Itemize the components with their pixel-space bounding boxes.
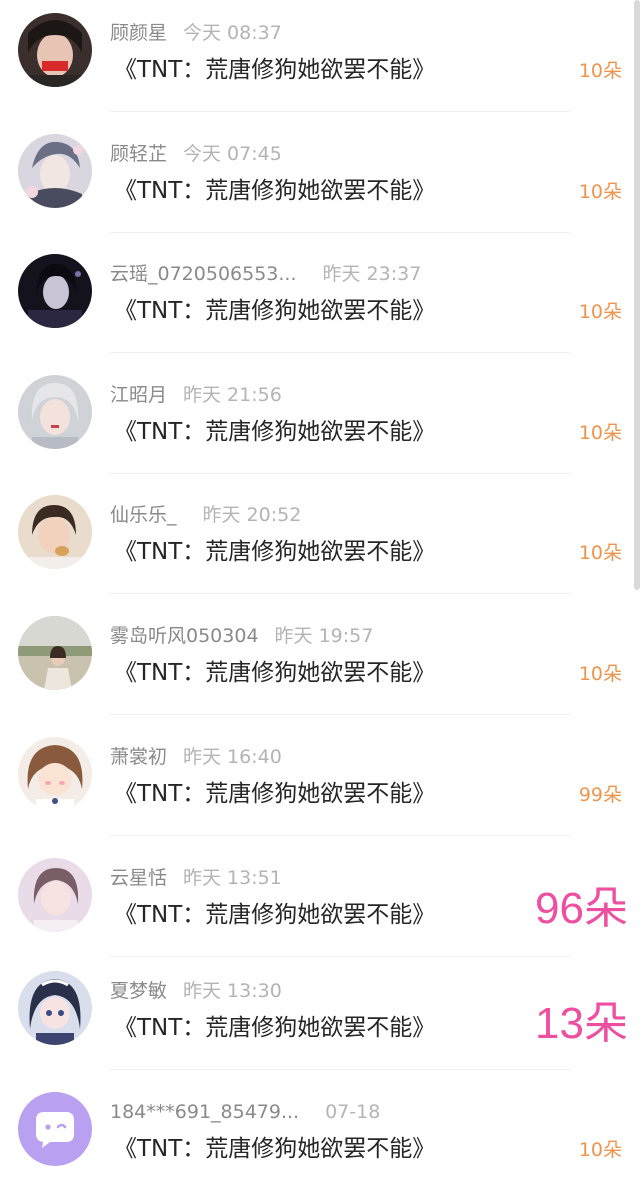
sender-name: 雾岛听风050304 (110, 625, 259, 647)
avatar-child-icon[interactable] (18, 495, 92, 569)
message-time: 今天 07:45 (183, 143, 282, 165)
list-item[interactable]: 夏梦敏 昨天 13:30 《TNT：荒唐修狗她欲罢不能》 13朵 (0, 958, 640, 1078)
flower-count: 96朵 (535, 884, 628, 933)
book-title: 《TNT：荒唐修狗她欲罢不能》 (114, 57, 436, 83)
flower-count: 10朵 (578, 301, 622, 323)
divider (110, 714, 570, 715)
list-item[interactable]: 顾轻芷 今天 07:45 《TNT：荒唐修狗她欲罢不能》 10朵 (0, 121, 640, 241)
flower-count: 10朵 (578, 542, 622, 564)
book-title: 《TNT：荒唐修狗她欲罢不能》 (114, 178, 436, 204)
message-meta: 仙乐乐_ 昨天 20:52 (110, 501, 301, 529)
divider (110, 473, 570, 474)
flower-count: 10朵 (578, 422, 622, 444)
message-meta: 江昭月 昨天 21:56 (110, 381, 282, 409)
divider (110, 232, 570, 233)
book-title: 《TNT：荒唐修狗她欲罢不能》 (114, 298, 436, 324)
message-time: 昨天 13:30 (183, 980, 282, 1002)
sender-name: 顾颜星 (110, 22, 168, 44)
scrollbar[interactable] (634, 0, 640, 590)
avatar-outdoor-icon[interactable] (18, 616, 92, 690)
list-item[interactable]: 云瑶_0720506553... 昨天 23:37 《TNT：荒唐修狗她欲罢不能》… (0, 241, 640, 361)
message-time: 今天 08:37 (183, 22, 282, 44)
list-item[interactable]: 顾颜星 今天 08:37 《TNT：荒唐修狗她欲罢不能》 10朵 (0, 0, 640, 120)
divider (110, 1069, 570, 1070)
message-time: 昨天 23:37 (322, 263, 422, 285)
flower-count: 99朵 (578, 784, 622, 806)
book-title: 《TNT：荒唐修狗她欲罢不能》 (114, 1015, 436, 1041)
message-list: 顾颜星 今天 08:37 《TNT：荒唐修狗她欲罢不能》 10朵 顾轻芷 今天 07… (0, 0, 640, 1182)
book-title: 《TNT：荒唐修狗她欲罢不能》 (114, 539, 436, 565)
message-meta: 云瑶_0720506553... 昨天 23:37 (110, 260, 421, 288)
list-item[interactable]: 江昭月 昨天 21:56 《TNT：荒唐修狗她欲罢不能》 10朵 (0, 362, 640, 482)
message-meta: 萧裳初 昨天 16:40 (110, 743, 282, 771)
message-meta: 184***691_85479... 07-18 (110, 1098, 380, 1126)
sender-name: 夏梦敏 (110, 980, 168, 1002)
list-item[interactable]: 仙乐乐_ 昨天 20:52 《TNT：荒唐修狗她欲罢不能》 10朵 (0, 482, 640, 602)
flower-count: 10朵 (578, 663, 622, 685)
message-time: 昨天 21:56 (183, 384, 282, 406)
list-item[interactable]: 云星恬 昨天 13:51 《TNT：荒唐修狗她欲罢不能》 96朵 (0, 845, 640, 965)
list-item[interactable]: 184***691_85479... 07-18 《TNT：荒唐修狗她欲罢不能》 … (0, 1079, 640, 1199)
avatar-anime-boy-icon[interactable] (18, 134, 92, 208)
avatar-soft-portrait-icon[interactable] (18, 858, 92, 932)
message-meta: 雾岛听风050304 昨天 19:57 (110, 622, 373, 650)
chat-bubble-icon[interactable] (18, 1092, 92, 1166)
sender-name: 顾轻芷 (110, 143, 168, 165)
message-time: 昨天 19:57 (274, 625, 374, 647)
book-title: 《TNT：荒唐修狗她欲罢不能》 (114, 419, 436, 445)
list-item[interactable]: 萧裳初 昨天 16:40 《TNT：荒唐修狗她欲罢不能》 99朵 (0, 724, 640, 844)
sender-name: 云瑶_0720506553... (110, 263, 297, 285)
avatar-dark-girl-icon[interactable] (18, 254, 92, 328)
message-meta: 顾轻芷 今天 07:45 (110, 140, 282, 168)
list-item[interactable]: 雾岛听风050304 昨天 19:57 《TNT：荒唐修狗她欲罢不能》 10朵 (0, 603, 640, 723)
sender-name: 184***691_85479... (110, 1101, 300, 1123)
book-title: 《TNT：荒唐修狗她欲罢不能》 (114, 1136, 436, 1162)
avatar-anime-girl-icon[interactable] (18, 971, 92, 1045)
sender-name: 云星恬 (110, 867, 168, 889)
sender-name: 仙乐乐_ (110, 504, 177, 526)
sender-name: 萧裳初 (110, 746, 168, 768)
avatar-girl-red-icon[interactable] (18, 13, 92, 87)
book-title: 《TNT：荒唐修狗她欲罢不能》 (114, 902, 436, 928)
book-title: 《TNT：荒唐修狗她欲罢不能》 (114, 660, 436, 686)
book-title: 《TNT：荒唐修狗她欲罢不能》 (114, 781, 436, 807)
message-meta: 云星恬 昨天 13:51 (110, 864, 282, 892)
divider (110, 352, 570, 353)
flower-count: 10朵 (578, 1139, 622, 1161)
avatar-cartoon-girl-icon[interactable] (18, 737, 92, 811)
flower-count: 13朵 (535, 999, 628, 1048)
divider (110, 593, 570, 594)
message-time: 昨天 13:51 (183, 867, 282, 889)
message-time: 07-18 (325, 1101, 381, 1123)
avatar-silver-hair-icon[interactable] (18, 375, 92, 449)
message-meta: 夏梦敏 昨天 13:30 (110, 977, 282, 1005)
divider (110, 956, 570, 957)
message-time: 昨天 16:40 (183, 746, 282, 768)
sender-name: 江昭月 (110, 384, 168, 406)
divider (110, 111, 570, 112)
flower-count: 10朵 (578, 60, 622, 82)
message-meta: 顾颜星 今天 08:37 (110, 19, 282, 47)
message-time: 昨天 20:52 (202, 504, 302, 526)
divider (110, 835, 570, 836)
flower-count: 10朵 (578, 181, 622, 203)
